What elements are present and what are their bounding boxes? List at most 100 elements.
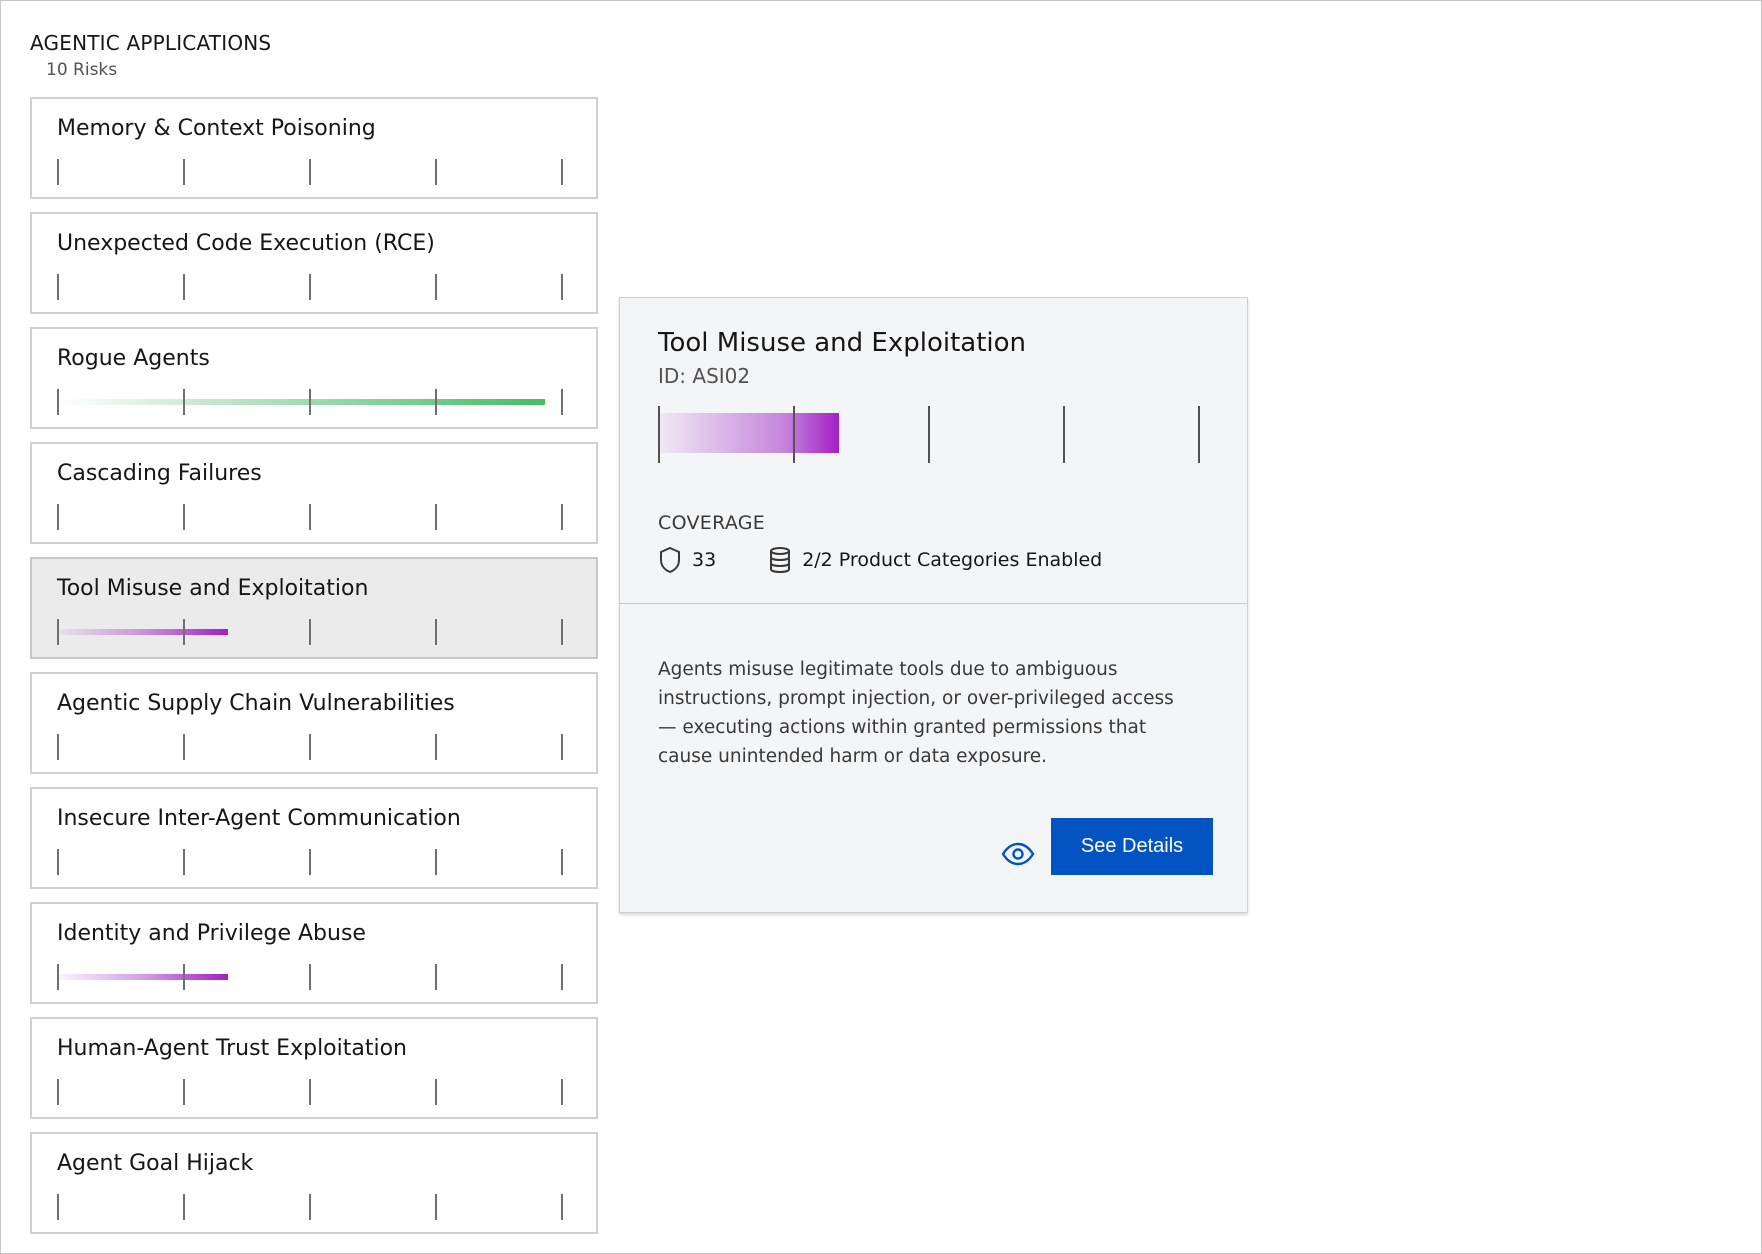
risk-level-bar [57, 964, 563, 990]
risk-name: Unexpected Code Execution (RCE) [57, 231, 435, 256]
risk-level-bar [57, 274, 563, 300]
risk-card[interactable]: Cascading Failures [30, 442, 598, 544]
risk-card[interactable]: Agent Goal Hijack [30, 1132, 598, 1234]
risk-card[interactable]: Human-Agent Trust Exploitation [30, 1017, 598, 1119]
scale-tick [561, 1194, 563, 1220]
coverage-label: COVERAGE [658, 512, 766, 534]
scale-tick [57, 849, 59, 875]
scale-tick [561, 964, 563, 990]
risk-name: Cascading Failures [57, 461, 262, 486]
scale-tick [183, 504, 185, 530]
scale-tick [561, 619, 563, 645]
scale-tick [183, 964, 185, 990]
section-title: AGENTIC APPLICATIONS [30, 31, 272, 55]
scale-tick [561, 159, 563, 185]
scale-tick [1063, 406, 1065, 463]
risk-card[interactable]: Memory & Context Poisoning [30, 97, 598, 199]
scale-tick [561, 849, 563, 875]
scale-tick [561, 274, 563, 300]
controls-count-value: 33 [692, 549, 717, 571]
scale-tick [435, 964, 437, 990]
scale-tick [561, 1079, 563, 1105]
risk-name: Memory & Context Poisoning [57, 116, 376, 141]
scale-tick [309, 274, 311, 300]
scale-tick [435, 619, 437, 645]
scale-tick [57, 1079, 59, 1105]
risk-card[interactable]: Insecure Inter-Agent Communication [30, 787, 598, 889]
scale-tick [183, 619, 185, 645]
scale-tick [57, 964, 59, 990]
view-button[interactable] [990, 826, 1046, 882]
scale-tick [57, 504, 59, 530]
scale-tick [309, 619, 311, 645]
risk-level-bar [57, 159, 563, 185]
risk-detail-panel: Tool Misuse and Exploitation ID: ASI02 C… [619, 297, 1248, 913]
scale-tick [435, 389, 437, 415]
scale-tick [435, 504, 437, 530]
risk-card[interactable]: Identity and Privilege Abuse [30, 902, 598, 1004]
scale-tick [793, 406, 795, 463]
risk-card[interactable]: Agentic Supply Chain Vulnerabilities [30, 672, 598, 774]
risk-level-bar [57, 849, 563, 875]
detail-level-fill [658, 413, 839, 453]
risk-level-bar [57, 1079, 563, 1105]
detail-id: ID: ASI02 [658, 364, 751, 388]
scale-tick [309, 964, 311, 990]
scale-tick [309, 504, 311, 530]
scale-tick [561, 389, 563, 415]
controls-count: 33 [658, 546, 716, 574]
risk-count: 10 Risks [46, 60, 118, 80]
scale-tick [1198, 406, 1200, 463]
scale-tick [183, 159, 185, 185]
scale-tick [183, 849, 185, 875]
scale-tick [183, 734, 185, 760]
scale-tick [435, 274, 437, 300]
app-frame: AGENTIC APPLICATIONS 10 Risks Memory & C… [0, 0, 1762, 1254]
scale-tick [183, 274, 185, 300]
divider [620, 603, 1247, 604]
scale-tick [183, 1194, 185, 1220]
risk-card[interactable]: Unexpected Code Execution (RCE) [30, 212, 598, 314]
scale-tick [309, 159, 311, 185]
risk-name: Human-Agent Trust Exploitation [57, 1036, 408, 1061]
scale-tick [435, 734, 437, 760]
scale-tick [57, 734, 59, 760]
product-categories: 2/2 Product Categories Enabled [768, 546, 1102, 574]
scale-tick [57, 1194, 59, 1220]
scale-tick [57, 274, 59, 300]
scale-tick [309, 1194, 311, 1220]
shield-icon [660, 546, 680, 574]
risk-level-fill [59, 399, 545, 405]
scale-tick [928, 406, 930, 463]
risk-name: Agentic Supply Chain Vulnerabilities [57, 691, 455, 716]
scale-tick [435, 1079, 437, 1105]
scale-tick [561, 734, 563, 760]
scale-tick [309, 1079, 311, 1105]
scale-tick [658, 406, 660, 463]
risk-level-bar [57, 504, 563, 530]
risk-name: Rogue Agents [57, 346, 210, 371]
database-icon [770, 547, 791, 574]
risk-description: Agents misuse legitimate tools due to am… [658, 659, 1174, 767]
risk-level-bar [57, 734, 563, 760]
risk-name: Agent Goal Hijack [57, 1151, 254, 1176]
risk-card[interactable]: Rogue Agents [30, 327, 598, 429]
risk-level-fill [59, 629, 228, 635]
risk-card[interactable]: Tool Misuse and Exploitation [30, 557, 598, 659]
scale-tick [183, 1079, 185, 1105]
scale-tick [309, 734, 311, 760]
detail-title: Tool Misuse and Exploitation [658, 328, 1027, 358]
see-details-button[interactable]: See Details [1051, 818, 1213, 875]
scale-tick [57, 159, 59, 185]
detail-level-bar [658, 406, 1204, 463]
scale-tick [57, 389, 59, 415]
scale-tick [561, 504, 563, 530]
scale-tick [183, 389, 185, 415]
scale-tick [435, 849, 437, 875]
eye-icon [1001, 842, 1035, 866]
risk-level-bar [57, 1194, 563, 1220]
scale-tick [435, 159, 437, 185]
risk-name: Identity and Privilege Abuse [57, 921, 366, 946]
scale-tick [309, 389, 311, 415]
risk-level-fill [59, 974, 228, 980]
